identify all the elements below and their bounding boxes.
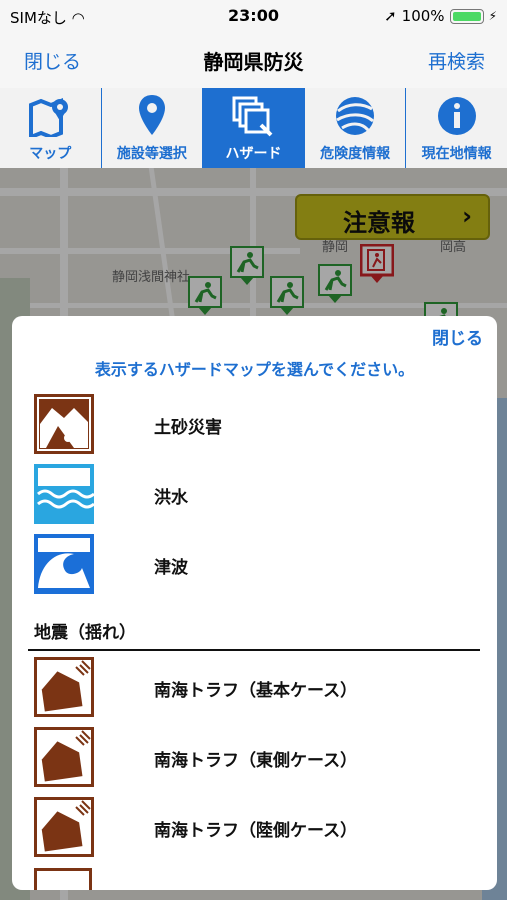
hazard-item-label: 洪水 [154, 488, 188, 508]
status-bar: SIMなし ◠ 23:00 ➚ 100% ⚡ [0, 0, 507, 34]
section-title-earthquake: 地震（揺れ） [34, 623, 136, 643]
earthquake-house-icon [34, 727, 94, 787]
hazard-item-flood[interactable]: 洪水 [12, 464, 497, 528]
hazard-item-label: 南海トラフ（陸側ケース） [154, 821, 358, 841]
hazard-item-label: 津波 [154, 558, 188, 578]
hazard-selection-sheet: 閉じる 表示するハザードマップを選んでください。 土砂災害 洪水 津波 地震（揺… [12, 316, 497, 890]
info-icon [437, 97, 476, 135]
sheet-prompt: 表示するハザードマップを選んでください。 [94, 360, 415, 379]
tab-bar: マップ 施設等選択 ハザード 危険度情報 現在地情報 [0, 88, 507, 169]
section-divider [28, 649, 480, 651]
tab-map-label: マップ [29, 146, 72, 162]
hazard-item-landslide[interactable]: 土砂災害 [12, 394, 497, 458]
hazard-item-nankai-east[interactable]: 南海トラフ（東側ケース） [12, 727, 497, 791]
tab-hazard[interactable]: ハザード [203, 88, 305, 168]
earthquake-house-icon [34, 797, 94, 857]
battery-icon [449, 8, 484, 24]
flood-icon [34, 464, 94, 524]
status-right: ➚ 100% ⚡ [384, 7, 497, 25]
battery-percent: 100% [401, 7, 445, 25]
charging-icon: ⚡ [488, 9, 497, 23]
tab-hazard-label: ハザード [225, 146, 282, 162]
tab-location-label: 現在地情報 [421, 146, 492, 162]
earthquake-house-icon [34, 657, 94, 717]
tsunami-icon [34, 534, 94, 594]
hazard-item-tsunami[interactable]: 津波 [12, 534, 497, 598]
earthquake-house-icon [34, 868, 92, 890]
tab-map[interactable]: マップ [0, 88, 102, 168]
sheet-close-button[interactable]: 閉じる [432, 324, 483, 349]
tab-facility[interactable]: 施設等選択 [102, 88, 204, 168]
tab-facility-label: 施設等選択 [116, 146, 187, 162]
tab-risk[interactable]: 危険度情報 [305, 88, 407, 168]
hazard-item-label: 土砂災害 [154, 418, 222, 438]
hazard-item-label: 南海トラフ（基本ケース） [154, 681, 358, 701]
hazard-layers-icon [232, 96, 273, 137]
hazard-item-nankai-land[interactable]: 南海トラフ（陸側ケース） [12, 797, 497, 861]
tab-risk-label: 危険度情報 [320, 146, 391, 162]
tab-location[interactable]: 現在地情報 [406, 88, 507, 168]
hazard-item-nankai-base[interactable]: 南海トラフ（基本ケース） [12, 657, 497, 721]
globe-icon [336, 97, 375, 135]
landslide-icon [34, 394, 94, 454]
location-arrow-icon: ➚ [384, 7, 397, 25]
map-icon [29, 98, 69, 137]
location-pin-icon [138, 95, 165, 135]
research-button[interactable]: 再検索 [428, 47, 485, 74]
hazard-item-label: 南海トラフ（東側ケース） [154, 751, 358, 771]
navigation-bar: 閉じる 静岡県防災 再検索 [0, 34, 507, 89]
